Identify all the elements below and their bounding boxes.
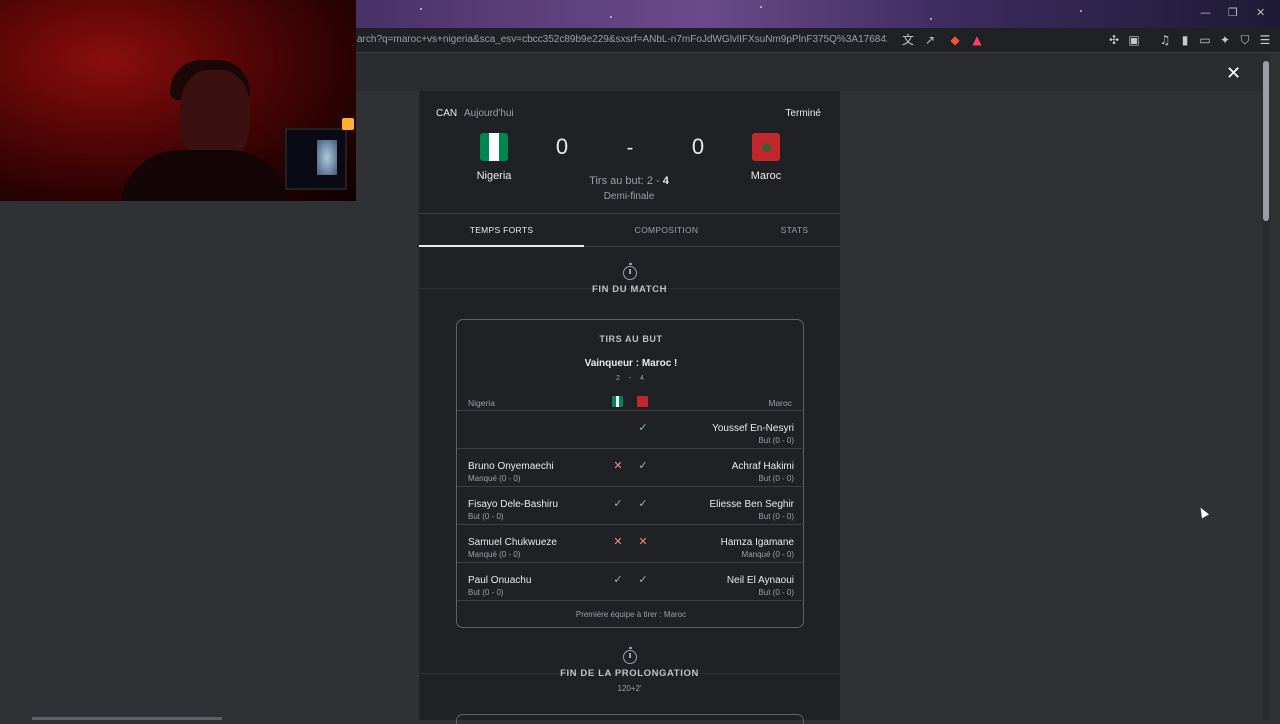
shootout-row: Bruno Onyemaechi Manqué (0 - 0) ✕ ✓ Achraf H…	[457, 448, 805, 486]
home-kick-result: Manqué (0 - 0)	[468, 550, 521, 559]
shootout-row: ✓ Youssef En-Nesyri But (0 - 0)	[457, 410, 805, 448]
home-team-name[interactable]: Nigeria	[454, 170, 534, 182]
morocco-flag-icon[interactable]	[752, 133, 780, 161]
shootout-dash: -	[628, 375, 632, 382]
match-round: Demi-finale	[603, 191, 655, 202]
check-icon: ✓	[613, 497, 623, 510]
scoreboard: CAN Aujourd'hui Terminé Nigeria 0 - 0 Ma…	[419, 91, 840, 214]
translate-icon[interactable]: 文	[900, 32, 916, 48]
shootout-home-score: 2	[616, 375, 620, 382]
away-score: 0	[691, 134, 705, 159]
tab-stats[interactable]: STATS	[749, 214, 840, 247]
shootout-row: Paul Onuachu But (0 - 0) ✓ ✓ Neil El Aynaoui…	[457, 562, 805, 600]
event-end-extra-time: FIN DE LA PROLONGATION	[560, 668, 699, 679]
event-end-match: FIN DU MATCH	[591, 284, 668, 295]
extensions-icon[interactable]: ✣	[1106, 32, 1122, 48]
media-icon[interactable]: ♫	[1157, 32, 1173, 48]
away-kick-result: But (0 - 0)	[758, 474, 794, 483]
nigeria-mini-flag-icon	[612, 396, 623, 407]
match-panel: CAN Aujourd'hui Terminé Nigeria 0 - 0 Ma…	[419, 91, 840, 724]
away-kicker-name[interactable]: Hamza Igamane	[721, 537, 794, 548]
active-tab-indicator	[419, 245, 584, 247]
vpn-icon[interactable]: ⛉	[1237, 32, 1253, 48]
away-kicker-name[interactable]: Neil El Aynaoui	[727, 575, 794, 586]
check-icon: ✓	[638, 573, 648, 586]
score-separator: -	[626, 137, 634, 159]
capture-icon[interactable]: ▣	[1126, 32, 1142, 48]
home-kicker-name[interactable]: Paul Onuachu	[468, 575, 531, 586]
cross-icon: ✕	[613, 459, 623, 472]
home-kicker-name[interactable]: Fisayo Dele-Bashiru	[468, 499, 558, 510]
match-date: Aujourd'hui	[464, 108, 514, 119]
away-kick-result: Manqué (0 - 0)	[741, 550, 794, 559]
webcam-person-body	[120, 150, 290, 201]
away-kick-result: But (0 - 0)	[758, 588, 794, 597]
event-extra-time-minute: 120+2'	[617, 684, 642, 693]
window-close-icon[interactable]: ✕	[1256, 6, 1265, 19]
brave-shield-icon[interactable]: ◆	[947, 32, 963, 48]
tab-composition[interactable]: COMPOSITION	[584, 214, 749, 247]
leo-ai-icon[interactable]: ✦	[1217, 32, 1233, 48]
shootout-title: TIRS AU BUT	[599, 334, 663, 344]
home-kick-result: But (0 - 0)	[468, 512, 504, 521]
morocco-mini-flag-icon	[637, 396, 648, 407]
webcam-overlay	[0, 0, 356, 201]
home-kicker-name[interactable]: Samuel Chukwueze	[468, 537, 557, 548]
shootout-away-score: 4	[640, 375, 644, 382]
match-tabs: TEMPS FORTS COMPOSITION STATS	[419, 214, 840, 247]
away-kicker-name[interactable]: Youssef En-Nesyri	[712, 423, 794, 434]
menu-icon[interactable]: ☰	[1257, 32, 1273, 48]
shootout-away-label: Maroc	[768, 398, 792, 408]
match-status: Terminé	[785, 108, 821, 119]
cross-icon: ✕	[613, 535, 623, 548]
nigeria-flag-icon[interactable]	[480, 133, 508, 161]
check-icon: ✓	[638, 497, 648, 510]
stopwatch-icon	[623, 647, 637, 664]
webcam-monitor	[285, 128, 347, 190]
away-kick-result: But (0 - 0)	[758, 436, 794, 445]
minimize-icon[interactable]: —	[1200, 6, 1211, 19]
shootout-first-team: Première équipe à tirer : Maroc	[457, 600, 805, 628]
cross-icon: ✕	[638, 535, 648, 548]
next-event-card	[456, 714, 804, 724]
shootout-row: Fisayo Dele-Bashiru But (0 - 0) ✓ ✓ Eliesse …	[457, 486, 805, 524]
home-score: 0	[555, 134, 569, 159]
scrollbar-thumb[interactable]	[1263, 61, 1269, 221]
league-label[interactable]: CAN	[436, 108, 457, 119]
wallet-icon[interactable]: ▭	[1197, 32, 1213, 48]
home-kicker-name[interactable]: Bruno Onyemaechi	[468, 461, 554, 472]
scrollbar[interactable]	[1262, 53, 1270, 720]
away-kicker-name[interactable]: Achraf Hakimi	[732, 461, 794, 472]
shootout-home-label: Nigeria	[468, 398, 495, 408]
penalties-summary: Tirs au but: 2 - 4	[589, 175, 669, 187]
tab-temps-forts[interactable]: TEMPS FORTS	[419, 214, 584, 247]
stopwatch-icon	[623, 263, 637, 280]
away-kick-result: But (0 - 0)	[758, 512, 794, 521]
webcam-lamp	[342, 118, 354, 130]
away-team-name[interactable]: Maroc	[726, 170, 806, 182]
shootout-card: TIRS AU BUT Vainqueur : Maroc ! 2 - 4 Ni…	[456, 319, 805, 628]
away-kicker-name[interactable]: Eliesse Ben Seghir	[710, 499, 795, 510]
sidebar-icon[interactable]: ▮	[1177, 32, 1193, 48]
shootout-winner: Vainqueur : Maroc !	[584, 358, 678, 369]
brave-rewards-icon[interactable]: ▲	[969, 32, 985, 48]
share-icon[interactable]: ↗	[922, 32, 938, 48]
mouse-cursor	[1197, 505, 1209, 519]
close-icon[interactable]: ✕	[1226, 63, 1241, 84]
url-text[interactable]: arch?q=maroc+vs+nigeria&sca_esv=cbcc352c…	[357, 34, 887, 45]
home-kick-result: But (0 - 0)	[468, 588, 504, 597]
check-icon: ✓	[638, 459, 648, 472]
check-icon: ✓	[638, 421, 648, 434]
restore-icon[interactable]: ❐	[1228, 6, 1238, 19]
home-kick-result: Manqué (0 - 0)	[468, 474, 521, 483]
check-icon: ✓	[613, 573, 623, 586]
shootout-row: Samuel Chukwueze Manqué (0 - 0) ✕ ✕ Hamza Ig…	[457, 524, 805, 562]
